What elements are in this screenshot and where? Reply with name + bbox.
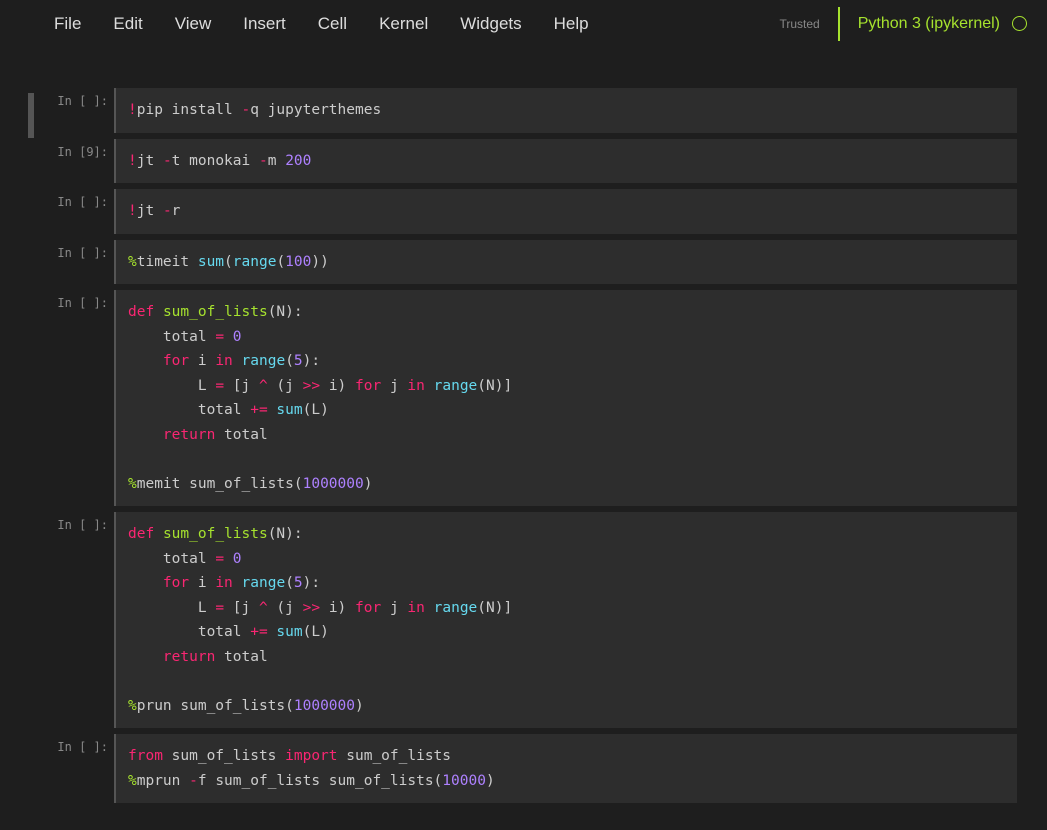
code-cell[interactable]: In [ ]:!jt -r <box>30 189 1017 234</box>
menubar-right: Trusted Python 3 (ipykernel) <box>779 7 1047 41</box>
code-input[interactable]: from sum_of_lists import sum_of_lists %m… <box>114 734 1017 803</box>
kernel-indicator[interactable]: Python 3 (ipykernel) <box>858 15 1027 33</box>
code-cell[interactable]: In [9]:!jt -t monokai -m 200 <box>30 139 1017 184</box>
menu-insert[interactable]: Insert <box>227 4 302 44</box>
input-prompt: In [ ]: <box>30 88 114 133</box>
input-prompt: In [ ]: <box>30 512 114 728</box>
input-prompt: In [ ]: <box>30 734 114 803</box>
input-prompt: In [ ]: <box>30 240 114 285</box>
code-input[interactable]: def sum_of_lists(N): total = 0 for i in … <box>114 512 1017 728</box>
kernel-name-text: Python 3 (ipykernel) <box>858 15 1000 33</box>
menu-items: FileEditViewInsertCellKernelWidgetsHelp <box>38 4 605 44</box>
code-cell[interactable]: In [ ]:!pip install -q jupyterthemes <box>30 88 1017 133</box>
menu-cell[interactable]: Cell <box>302 4 363 44</box>
code-input[interactable]: !jt -r <box>114 189 1017 234</box>
code-input[interactable]: !jt -t monokai -m 200 <box>114 139 1017 184</box>
code-cell[interactable]: In [ ]:from sum_of_lists import sum_of_l… <box>30 734 1017 803</box>
menu-kernel[interactable]: Kernel <box>363 4 444 44</box>
kernel-divider <box>838 7 840 41</box>
menu-file[interactable]: File <box>38 4 97 44</box>
code-input[interactable]: def sum_of_lists(N): total = 0 for i in … <box>114 290 1017 506</box>
trusted-indicator[interactable]: Trusted <box>779 17 819 31</box>
input-prompt: In [9]: <box>30 139 114 184</box>
input-prompt: In [ ]: <box>30 189 114 234</box>
menu-help[interactable]: Help <box>538 4 605 44</box>
notebook-container[interactable]: In [ ]:!pip install -q jupyterthemesIn [… <box>0 48 1047 803</box>
input-prompt: In [ ]: <box>30 290 114 506</box>
menu-view[interactable]: View <box>159 4 228 44</box>
menu-edit[interactable]: Edit <box>97 4 158 44</box>
code-input[interactable]: !pip install -q jupyterthemes <box>114 88 1017 133</box>
kernel-status-icon <box>1012 16 1027 31</box>
code-cell[interactable]: In [ ]:%timeit sum(range(100)) <box>30 240 1017 285</box>
code-input[interactable]: %timeit sum(range(100)) <box>114 240 1017 285</box>
code-cell[interactable]: In [ ]:def sum_of_lists(N): total = 0 fo… <box>30 290 1017 506</box>
menubar: FileEditViewInsertCellKernelWidgetsHelp … <box>0 0 1047 48</box>
code-cell[interactable]: In [ ]:def sum_of_lists(N): total = 0 fo… <box>30 512 1017 728</box>
menu-widgets[interactable]: Widgets <box>444 4 537 44</box>
